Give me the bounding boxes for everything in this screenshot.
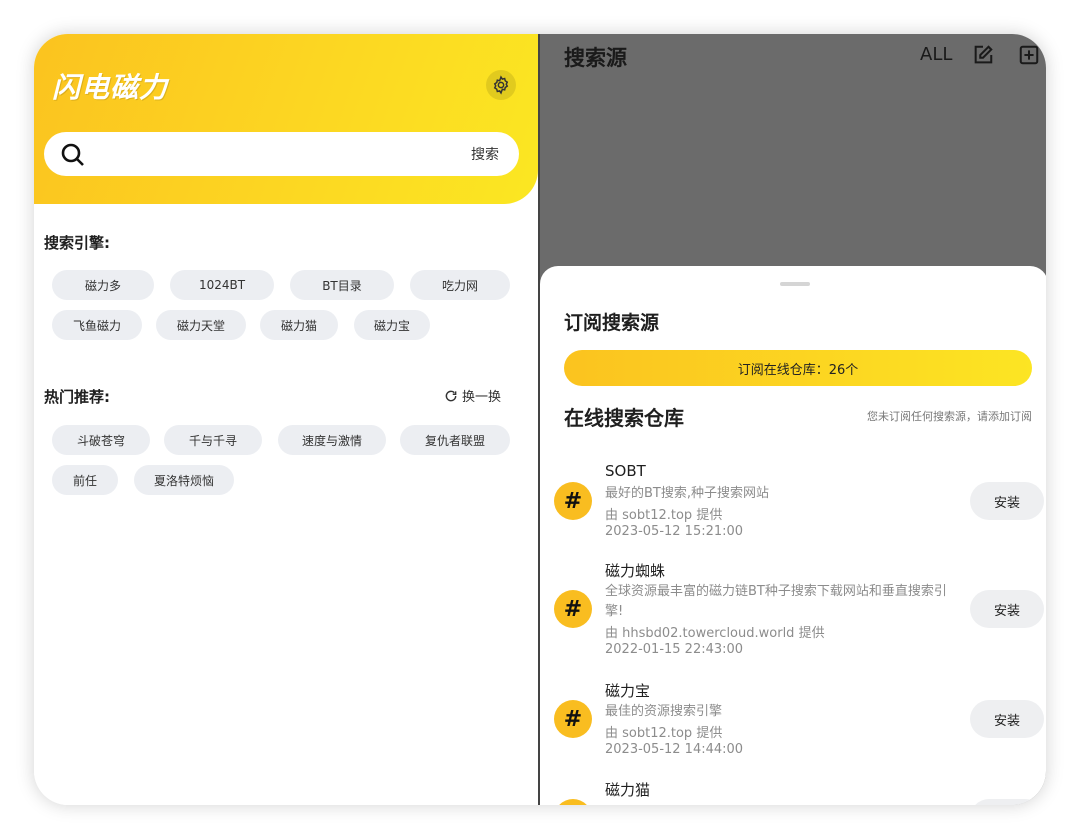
repo-desc: 最好的BT搜索,种子搜索网站 [605,486,769,501]
chip[interactable]: 磁力宝 [354,310,430,340]
sheet-title: 订阅搜索源 [564,312,660,334]
hash-icon: # [554,700,592,738]
repo-date: 2022-01-15 22:43:00 [605,642,744,657]
repo-date: 2023-05-12 14:44:00 [605,742,744,757]
repo-title: 在线搜索仓库 [564,406,684,430]
subscribe-repo-bar[interactable]: 订阅在线仓库：26个 [564,350,1032,386]
chip[interactable]: 1024BT [170,270,274,300]
repo-name: 磁力猫 [605,781,651,799]
engines-title: 搜索引擎: [44,234,110,252]
refresh-icon [445,390,457,401]
chip[interactable]: 夏洛特烦恼 [134,465,234,495]
repo-hint: 您未订阅任何搜索源，请添加订阅 [867,410,1032,423]
chip[interactable]: 速度与激情 [278,425,386,455]
search-source-pane: 搜索源 ALL 订阅搜索源 订阅在线仓库：26个 在线搜索仓库 您未订阅任何搜索… [538,34,1046,805]
gear-icon [493,75,509,95]
hero-header: 闪电磁力 搜索 [34,34,538,204]
repo-provider: 由 sobt12.top 提供 [605,508,723,523]
drag-handle[interactable] [780,282,810,286]
chip[interactable]: 斗破苍穹 [52,425,150,455]
hash-icon: # [554,482,592,520]
chip[interactable]: 磁力天堂 [156,310,246,340]
install-button[interactable]: 安装 [970,700,1044,738]
chip[interactable]: 磁力多 [52,270,154,300]
hash-icon: # [554,799,592,805]
refresh-button[interactable]: 换一换 [444,386,501,405]
repo-desc: 全球资源最丰富的磁力链BT种子搜索下载网站和垂直搜索引擎! [605,584,947,619]
refresh-label: 换一换 [462,390,502,405]
subscribe-sheet: 订阅搜索源 订阅在线仓库：26个 在线搜索仓库 您未订阅任何搜索源，请添加订阅 … [540,266,1046,805]
repo-name: 磁力宝 [605,682,651,700]
repo-provider: 由 sobt12.top 提供 [605,726,723,741]
chip[interactable]: 千与千寻 [164,425,262,455]
edit-icon[interactable] [972,44,994,66]
search-input[interactable] [96,140,456,168]
repo-date: 2023-05-12 15:21:00 [605,524,744,539]
repo-provider: 由 hhsbd02.towercloud.world 提供 [605,626,825,641]
search-button[interactable]: 搜索 [471,144,499,164]
repo-name: 磁力蜘蛛 [605,562,666,580]
install-button[interactable]: 安装 [970,482,1044,520]
search-icon [61,143,84,166]
hot-title: 热门推荐: [44,388,110,406]
hash-icon: # [554,590,592,628]
settings-button[interactable] [486,70,516,100]
repo-name: SOBT [605,462,646,480]
search-bar: 搜索 [44,132,519,176]
add-box-icon[interactable] [1018,44,1040,66]
chip[interactable]: 飞鱼磁力 [52,310,142,340]
all-button[interactable]: ALL [920,44,952,65]
chip[interactable]: BT目录 [290,270,394,300]
chip[interactable]: 复仇者联盟 [400,425,510,455]
chip[interactable]: 磁力猫 [260,310,338,340]
install-button[interactable]: 安装 [970,799,1044,805]
search-home-pane: 闪电磁力 搜索 搜索引擎: 磁力多 1024BT BT目录 吃力网 飞鱼磁力 磁力天堂 磁力… [34,34,538,805]
install-button[interactable]: 安装 [970,590,1044,628]
repo-desc: 最佳的资源搜索引擎 [605,704,723,719]
app-frame: 闪电磁力 搜索 搜索引擎: 磁力多 1024BT BT目录 吃力网 飞鱼磁力 磁力天堂 磁力… [34,34,1046,805]
app-title: 闪电磁力 [52,71,169,104]
chip[interactable]: 前任 [52,465,118,495]
chip[interactable]: 吃力网 [410,270,510,300]
sources-title: 搜索源 [564,46,627,70]
